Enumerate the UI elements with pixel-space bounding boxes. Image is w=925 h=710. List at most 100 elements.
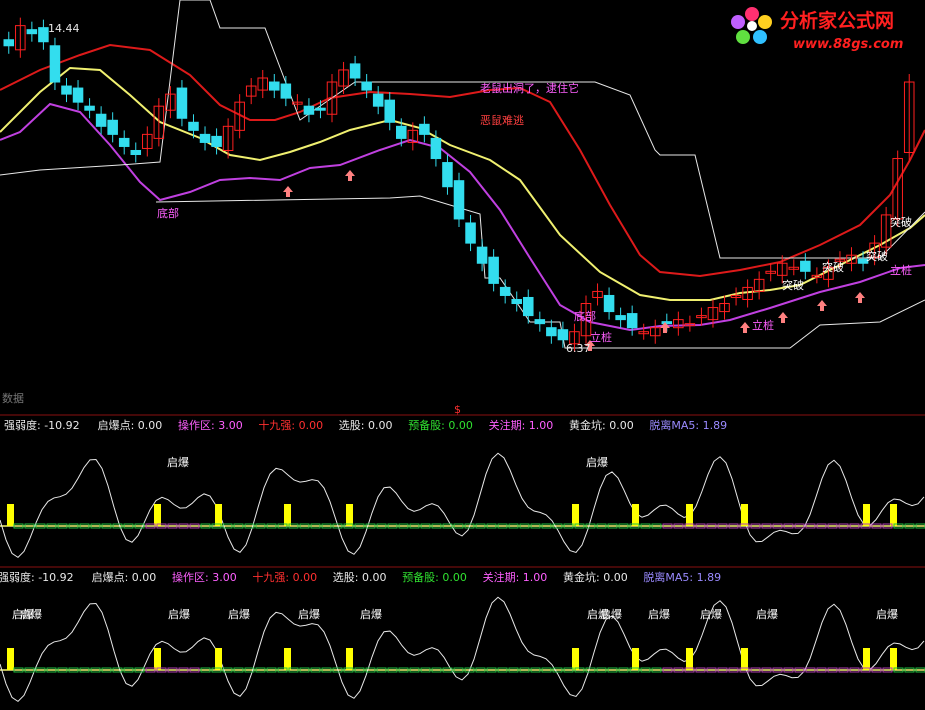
signal-bar: [572, 648, 579, 670]
qibao-label: 启爆: [648, 607, 670, 621]
candle-body: [453, 180, 465, 220]
annotation-a11: 突破: [890, 215, 912, 229]
candle-body: [476, 246, 488, 264]
candle-body: [465, 222, 476, 244]
candle-body: [372, 93, 384, 107]
candle-body: [442, 162, 453, 188]
strength-line: [0, 596, 925, 703]
candle-body: [615, 315, 626, 321]
candle-body: [603, 294, 615, 313]
header-item: 选股: 0.00: [333, 571, 387, 584]
candle-body: [72, 87, 84, 103]
candle-body: [130, 149, 142, 156]
candle-body: [557, 329, 569, 341]
header-item: 关注期: 1.00: [483, 570, 548, 584]
signal-bar: [7, 504, 14, 526]
price-high-label: 14.44: [48, 22, 80, 35]
header-item: 强弱度: -10.92: [4, 418, 80, 432]
up-arrow-icon: [740, 322, 750, 333]
candle-body: [95, 113, 107, 127]
candle-body: [534, 319, 546, 325]
candle-body: [176, 87, 188, 119]
annotation-a7: 立桩: [890, 263, 912, 277]
candle-body: [800, 260, 811, 272]
header-item: 启爆点: 0.00: [92, 570, 157, 584]
watermark: 分析家公式网 www.88gs.com: [731, 7, 903, 52]
annotation-a2: 恶鼠难逃: [480, 113, 524, 127]
qibao-label: 启爆: [360, 607, 382, 621]
header-item: 操作区: 3.00: [178, 418, 243, 432]
indicator-panel-2: 启爆 启爆 启爆 启爆 启爆 启爆 启爆 启爆 启爆 启爆启爆 启爆: [0, 596, 925, 703]
signal-bar: [572, 504, 579, 526]
up-arrow-icon: [345, 170, 355, 181]
candle-body: [419, 123, 430, 135]
header-item: 关注期: 1.00: [489, 418, 554, 432]
watermark-title: 分析家公式网: [780, 9, 894, 32]
candle-body: [488, 256, 499, 284]
candle-body: [84, 105, 95, 111]
up-arrow-icon: [817, 300, 827, 311]
candle-body: [661, 321, 673, 325]
signal-bar: [215, 648, 222, 670]
annotation-a4: 底部: [574, 309, 596, 323]
watermark-url: www.88gs.com: [793, 37, 903, 52]
qibao-label: 启爆: [20, 607, 42, 621]
candle-body: [269, 81, 280, 91]
up-arrow-icon: [283, 186, 293, 197]
up-arrow-icon: [778, 312, 788, 323]
candle-body: [384, 99, 396, 123]
up-arrow-icon: [855, 292, 865, 303]
candle-body: [49, 45, 61, 83]
candle-body: [38, 27, 49, 43]
annotation-a3: 底部: [157, 206, 179, 220]
annotation-a10: 突破: [866, 249, 888, 263]
candlestick-series: [3, 17, 915, 352]
flower-logo-icon: [731, 7, 772, 44]
signal-bar: [632, 648, 639, 670]
stock-chart: 老鼠出洞了，逮住它恶鼠难逃底部底部立桩立桩立桩突破突破突破突破 14.44 6.…: [0, 0, 925, 703]
header-item: 强弱度: -10.92: [0, 570, 74, 584]
header-item: 选股: 0.00: [339, 419, 393, 432]
candle-body: [107, 119, 118, 135]
signal-bar: [863, 648, 870, 670]
data-label: 数据: [2, 391, 24, 405]
signal-bar: [686, 648, 693, 670]
signal-bar: [890, 648, 897, 670]
candle-body: [626, 313, 638, 329]
signal-bar: [346, 504, 353, 526]
candle-body: [546, 327, 557, 337]
header-item: 黄金坑: 0.00: [563, 570, 628, 584]
header-item: 十九强: 0.00: [252, 570, 317, 584]
header-item: 启爆点: 0.00: [98, 418, 163, 432]
candle-body: [303, 105, 315, 115]
qibao-label: 启爆: [876, 607, 898, 621]
header-item: 脱离MA5: 1.89: [649, 418, 727, 432]
indicator-2-header: 强弱度: -10.92 启爆点: 0.00 操作区: 3.00 十九强: 0.00 选股…: [0, 570, 721, 584]
candle-body: [315, 107, 326, 111]
candle-body: [211, 135, 222, 147]
ma-red-line: [0, 43, 925, 278]
header-item: 脱离MA5: 1.89: [643, 570, 721, 584]
header-item: 十九强: 0.00: [258, 418, 323, 432]
qibao-label: 启爆: [228, 607, 250, 621]
candle-body: [430, 137, 442, 160]
annotation-a5: 立桩: [590, 330, 612, 344]
candle-body: [511, 298, 522, 305]
candle-body: [361, 81, 372, 91]
signal-bar: [632, 504, 639, 526]
signal-bar: [346, 648, 353, 670]
candle-body: [118, 137, 130, 147]
signal-bar: [215, 504, 222, 526]
candle-body: [280, 83, 292, 99]
annotation-a9: 突破: [822, 260, 844, 274]
header-item: 黄金坑: 0.00: [569, 418, 634, 432]
candle-body: [61, 85, 72, 95]
center-marker: $: [454, 403, 461, 416]
qibao-label: 启爆: [167, 455, 189, 469]
candle-body: [3, 39, 15, 47]
candle-body: [499, 286, 511, 296]
signal-bar: [686, 504, 693, 526]
candle-body: [522, 296, 534, 317]
qibao-label: 启爆: [756, 607, 778, 621]
header-item: 操作区: 3.00: [172, 570, 237, 584]
